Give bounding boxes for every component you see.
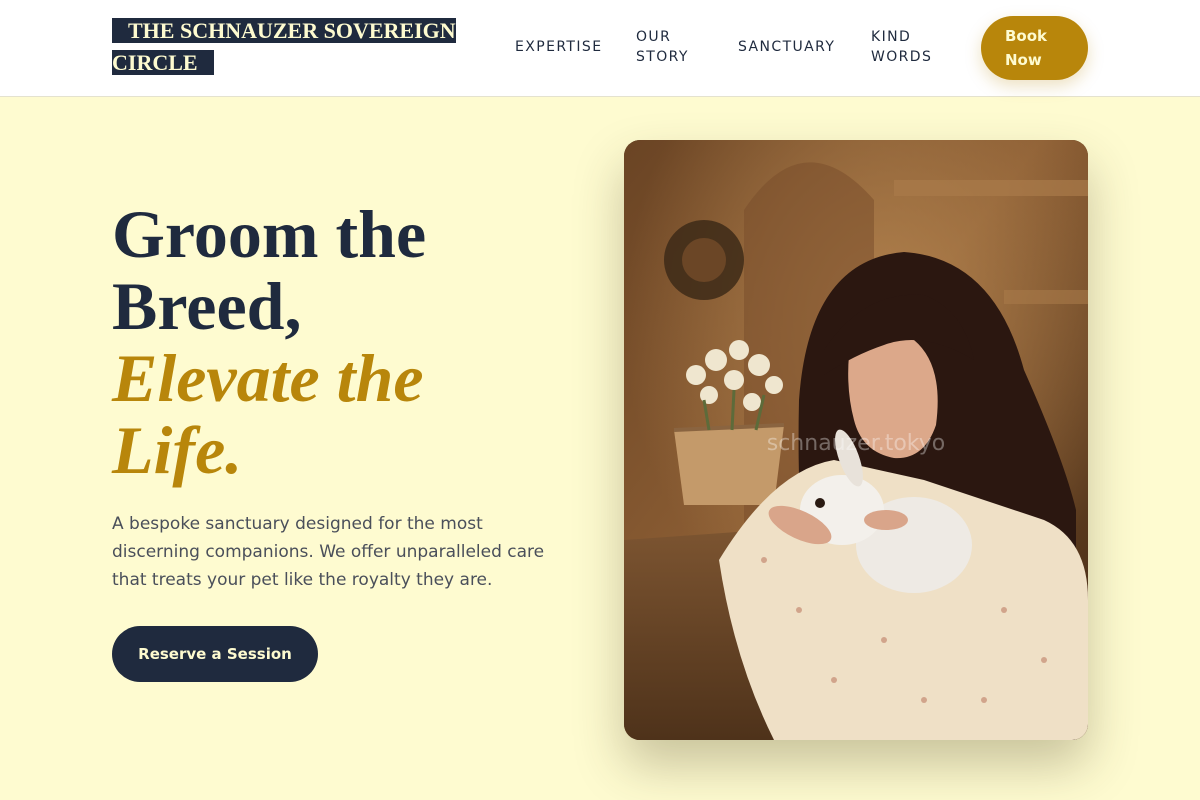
logo-line-1: THE SCHNAUZER SOVEREIGN <box>128 18 456 43</box>
hero-title-line-2: Breed, <box>112 268 302 344</box>
site-logo[interactable]: THE SCHNAUZER SOVEREIGN CIRCLE <box>112 15 458 79</box>
nav-expertise[interactable]: EXPERTISE <box>515 37 602 57</box>
hero-title-accent-2: Life. <box>112 412 243 488</box>
nav-sanctuary[interactable]: SANCTUARY <box>738 37 835 57</box>
photo-watermark: schnauzer.tokyo <box>767 431 946 456</box>
book-now-button[interactable]: Book Now <box>981 16 1088 80</box>
hero-photo-illustration: schnauzer.tokyo <box>624 140 1088 740</box>
logo-line-2: CIRCLE <box>112 50 198 75</box>
hero-photo: schnauzer.tokyo <box>624 140 1088 740</box>
nav-kind-words[interactable]: KIND WORDS <box>871 27 951 67</box>
reserve-session-button[interactable]: Reserve a Session <box>112 626 318 682</box>
hero-description: A bespoke sanctuary designed for the mos… <box>112 514 545 590</box>
site-header: THE SCHNAUZER SOVEREIGN CIRCLE EXPERTISE … <box>0 0 1200 97</box>
hero-title-accent-1: Elevate the <box>112 340 424 416</box>
hero-title: Groom the Breed, Elevate the Life. <box>112 198 582 486</box>
nav-our-story[interactable]: OUR STORY <box>636 27 716 67</box>
hero-title-line-1: Groom the <box>112 196 427 272</box>
